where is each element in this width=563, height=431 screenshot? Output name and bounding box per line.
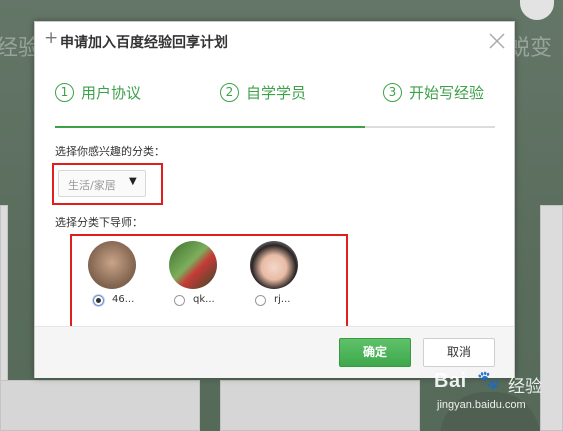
close-icon[interactable] <box>487 31 507 51</box>
avatar[interactable] <box>88 241 136 289</box>
dialog-title: 申请加入百度经验回享计划 <box>60 35 228 51</box>
confirm-button[interactable]: 确定 <box>339 338 411 367</box>
mentor-item[interactable]: rj... <box>236 236 298 326</box>
mentor-radio[interactable] <box>174 295 185 306</box>
mentor-item[interactable]: 46... <box>74 236 136 326</box>
watermark-logo-text: Bai <box>434 370 467 392</box>
avatar[interactable] <box>169 241 217 289</box>
dropdown-caret-icon: ▼ <box>129 176 137 187</box>
watermark-cn-text: 经验 <box>508 377 542 397</box>
plus-icon: + <box>44 28 59 48</box>
step-start-writing[interactable]: 3 开始写经验 <box>383 82 484 103</box>
step-indicator: 1 用户协议 2 自学学员 3 开始写经验 <box>55 74 495 128</box>
step-number: 2 <box>220 83 239 102</box>
mentor-name: rj... <box>274 294 291 305</box>
step-self-study[interactable]: 2 自学学员 <box>220 82 306 103</box>
category-selected-value: 生活/家居 <box>68 179 116 192</box>
mentor-label: 选择分类下导师： <box>55 216 143 229</box>
dialog-header: + 申请加入百度经验回享计划 <box>35 22 514 62</box>
mentor-highlight: 46... qk... rj... <box>70 234 348 328</box>
cancel-button[interactable]: 取消 <box>423 338 495 367</box>
category-highlight: 生活/家居 ▼ <box>52 163 163 205</box>
avatar[interactable] <box>250 241 298 289</box>
mentor-item[interactable]: qk... <box>155 236 217 326</box>
step-number: 1 <box>55 83 74 102</box>
background-tile-bottom-left <box>0 380 200 431</box>
step-progress-bar <box>55 126 365 128</box>
step-number: 3 <box>383 83 402 102</box>
step-user-agreement[interactable]: 1 用户协议 <box>55 82 141 103</box>
mentor-radio[interactable] <box>93 295 104 306</box>
category-select[interactable]: 生活/家居 ▼ <box>58 170 146 197</box>
step-label: 用户协议 <box>81 84 142 102</box>
watermark-url: jingyan.baidu.com <box>437 399 526 411</box>
mentor-name: qk... <box>193 294 215 305</box>
step-label: 自学学员 <box>246 84 307 102</box>
category-label: 选择你感兴趣的分类： <box>55 145 165 158</box>
background-tile-bottom-middle <box>220 380 420 431</box>
mentor-radio[interactable] <box>255 295 266 306</box>
mentor-name: 46... <box>112 294 135 305</box>
apply-dialog: + 申请加入百度经验回享计划 1 用户协议 2 自学学员 3 开始写经验 选择你… <box>34 21 515 378</box>
step-label: 开始写经验 <box>409 84 485 102</box>
baidu-jingyan-watermark: Bai 🐾 经验 jingyan.baidu.com <box>434 370 562 428</box>
paw-icon: 🐾 <box>477 370 500 391</box>
